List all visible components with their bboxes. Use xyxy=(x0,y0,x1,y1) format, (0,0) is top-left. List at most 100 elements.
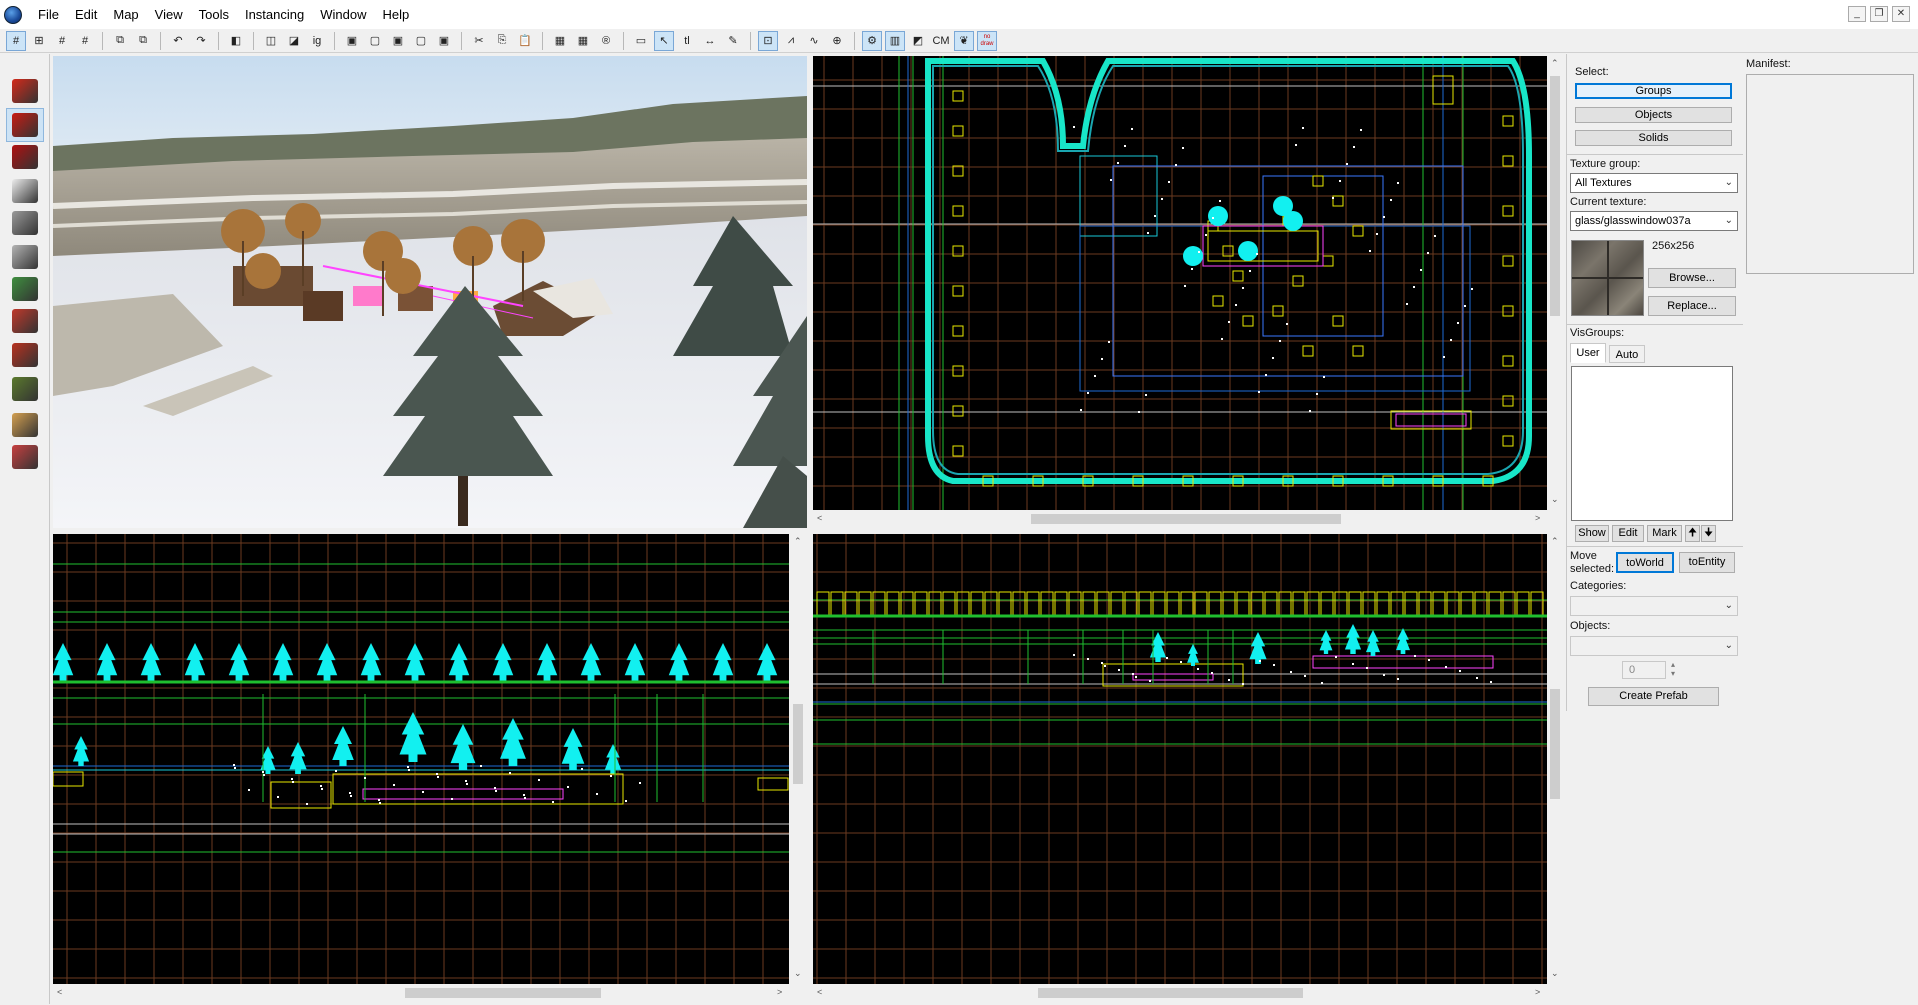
path-tool-icon[interactable] xyxy=(6,440,44,474)
carve-icon[interactable]: ◧ xyxy=(226,31,246,51)
ignore-groups-icon[interactable]: ig xyxy=(307,31,327,51)
visgroup-mark-button[interactable]: Mark xyxy=(1647,525,1682,542)
scroll-up-icon[interactable]: ⌃ xyxy=(1551,536,1559,547)
scroll-down-icon[interactable]: ⌄ xyxy=(794,968,802,979)
toggle-models-icon[interactable]: ▦ xyxy=(573,31,593,51)
block-tool-icon[interactable] xyxy=(6,206,44,240)
to-world-button[interactable]: toWorld xyxy=(1616,552,1674,573)
scroll-left-icon[interactable]: < xyxy=(817,987,822,997)
manifest-list[interactable] xyxy=(1746,74,1914,274)
cubemap-label-icon[interactable]: CM xyxy=(931,31,951,51)
menu-edit[interactable]: Edit xyxy=(67,0,105,29)
hammer-app-icon[interactable] xyxy=(4,5,22,24)
scroll-up-icon[interactable]: ⌃ xyxy=(1551,58,1559,69)
side-viewport-vscroll-thumb[interactable] xyxy=(1550,689,1560,799)
replace-button[interactable]: Replace... xyxy=(1648,296,1736,316)
group-icon[interactable]: ⧉ xyxy=(110,31,130,51)
menu-help[interactable]: Help xyxy=(374,0,417,29)
face-index-spinner[interactable]: 0 ▴ ▾ xyxy=(1622,660,1675,679)
menu-instancing[interactable]: Instancing xyxy=(237,0,312,29)
top-viewport-vscroll-thumb[interactable] xyxy=(1550,76,1560,316)
apply-texture-icon[interactable] xyxy=(6,272,44,306)
selection-box-icon[interactable]: ▭ xyxy=(631,31,651,51)
cordon-apply-icon[interactable]: ▣ xyxy=(434,31,454,51)
cordon-icon[interactable]: ▣ xyxy=(342,31,362,51)
front-viewport-vscroll-thumb[interactable] xyxy=(793,704,803,784)
camera-tool-icon[interactable] xyxy=(6,140,44,174)
spinner-arrows-icon[interactable]: ▴ ▾ xyxy=(1671,660,1675,678)
side-viewport-hscroll[interactable]: < > xyxy=(813,984,1547,1002)
select-groups-button[interactable]: Groups xyxy=(1575,83,1732,99)
hide-unselected-icon[interactable]: ◪ xyxy=(284,31,304,51)
close-button[interactable]: ✕ xyxy=(1892,6,1910,22)
grid-toggle-icon[interactable]: # xyxy=(6,30,26,51)
entity-tool-icon[interactable] xyxy=(6,174,44,208)
tab-auto[interactable]: Auto xyxy=(1609,345,1645,363)
radius-culling-icon[interactable]: ® xyxy=(596,31,616,51)
scroll-down-icon[interactable]: ⌄ xyxy=(1551,968,1559,979)
visgroups-list[interactable] xyxy=(1571,366,1733,521)
grid-dots-icon[interactable]: # xyxy=(75,31,95,51)
scroll-down-icon[interactable]: ⌄ xyxy=(1551,494,1559,505)
grid-smaller-icon[interactable]: ⊞ xyxy=(29,31,49,51)
selection-tool-icon[interactable] xyxy=(6,74,44,108)
menu-tools[interactable]: Tools xyxy=(191,0,237,29)
texture-preview-thumbnail[interactable] xyxy=(1571,240,1644,316)
cordon-edit-icon[interactable]: ▣ xyxy=(388,31,408,51)
arrow-up-icon[interactable]: 🠉 xyxy=(1685,525,1700,542)
hide-selected-icon[interactable]: ◫ xyxy=(261,31,281,51)
side-2d-viewport[interactable] xyxy=(813,534,1547,984)
redo-icon[interactable]: ↷ xyxy=(191,31,211,51)
vertex-tool-icon[interactable] xyxy=(6,408,44,442)
texture-app-tool-icon[interactable] xyxy=(6,240,44,274)
cordon-toggle-icon[interactable]: ▢ xyxy=(365,31,385,51)
menu-view[interactable]: View xyxy=(147,0,191,29)
scroll-left-icon[interactable]: < xyxy=(817,513,822,523)
scroll-up-icon[interactable]: ⌃ xyxy=(794,536,802,547)
select-solids-button[interactable]: Solids xyxy=(1575,130,1732,146)
texture-group-dropdown[interactable]: All Textures ⌄ xyxy=(1570,173,1738,193)
toggle-spawn-icon[interactable]: ⊕ xyxy=(827,31,847,51)
scroll-right-icon[interactable]: > xyxy=(1535,987,1540,997)
menu-file[interactable]: File xyxy=(30,0,67,29)
paste-icon[interactable]: 📋 xyxy=(515,31,535,51)
draw-toggle-icon[interactable]: no draw xyxy=(977,30,997,51)
camera-3d-viewport[interactable] xyxy=(53,56,807,528)
front-2d-viewport[interactable] xyxy=(53,534,789,984)
top-viewport-hscroll[interactable]: < > xyxy=(813,510,1547,528)
clip-tool-icon[interactable] xyxy=(6,372,44,406)
visgroup-edit-button[interactable]: Edit xyxy=(1612,525,1644,542)
scale-lock-icon[interactable]: ↔ xyxy=(700,31,720,51)
browse-button[interactable]: Browse... xyxy=(1648,268,1736,288)
toggle-displacement-icon[interactable]: ⚙ xyxy=(862,30,882,51)
ungroup-icon[interactable]: ⧉ xyxy=(133,31,153,51)
objects-dropdown[interactable]: ⌄ xyxy=(1570,636,1738,656)
to-entity-button[interactable]: toEntity xyxy=(1679,552,1735,573)
side-viewport-vscroll[interactable]: ⌃ ⌄ xyxy=(1547,534,1563,984)
texture-lock-icon[interactable]: tl xyxy=(677,31,697,51)
scroll-right-icon[interactable]: > xyxy=(777,987,782,997)
toggle-helpers-icon[interactable]: ▦ xyxy=(550,31,570,51)
toggle-3d-grid-icon[interactable]: ⊡ xyxy=(758,30,778,51)
magnify-tool-icon[interactable] xyxy=(6,108,44,142)
create-prefab-button[interactable]: Create Prefab xyxy=(1588,687,1719,706)
select-objects-button[interactable]: Objects xyxy=(1575,107,1732,123)
brush-pen-icon[interactable]: ✎ xyxy=(723,31,743,51)
decal-tool-icon[interactable] xyxy=(6,304,44,338)
top-viewport-hscroll-thumb[interactable] xyxy=(1031,514,1341,524)
toggle-cameras-icon[interactable]: ⩘ xyxy=(781,31,801,51)
categories-dropdown[interactable]: ⌄ xyxy=(1570,596,1738,616)
copy-icon[interactable]: ⎘ xyxy=(492,31,512,51)
side-viewport-hscroll-thumb[interactable] xyxy=(1038,988,1303,998)
toggle-instances-icon[interactable]: ◩ xyxy=(908,31,928,51)
restore-button[interactable]: ❐ xyxy=(1870,6,1888,22)
cordon-new-icon[interactable]: ▢ xyxy=(411,31,431,51)
visgroup-show-button[interactable]: Show xyxy=(1575,525,1609,542)
minimize-button[interactable]: _ xyxy=(1848,6,1866,22)
select-pointer-icon[interactable]: ↖ xyxy=(654,30,674,51)
front-viewport-hscroll[interactable]: < > xyxy=(53,984,789,1002)
front-viewport-hscroll-thumb[interactable] xyxy=(405,988,601,998)
grid-larger-icon[interactable]: # xyxy=(52,31,72,51)
scroll-left-icon[interactable]: < xyxy=(57,987,62,997)
arrow-down-icon[interactable]: 🠋 xyxy=(1701,525,1716,542)
